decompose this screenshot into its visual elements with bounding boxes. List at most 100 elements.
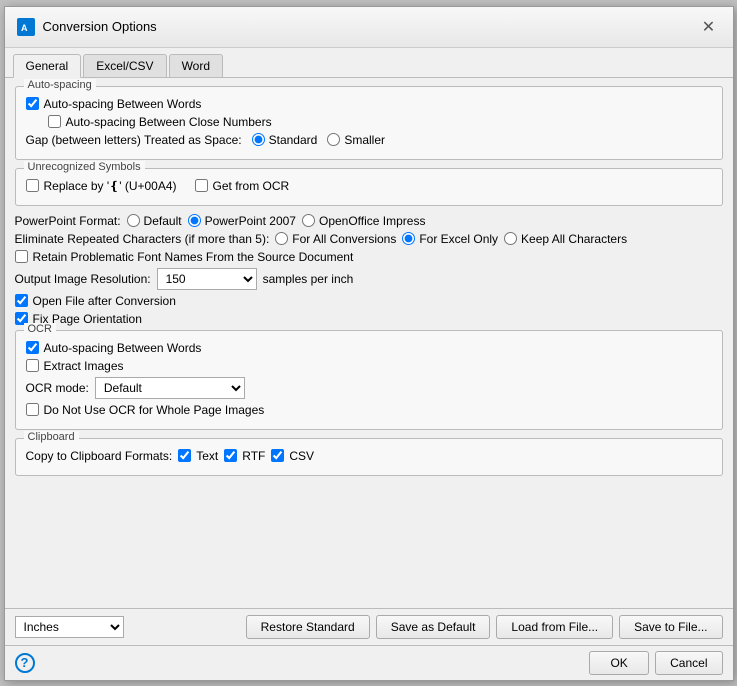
clipboard-csv-checkbox[interactable] <box>271 449 284 462</box>
pp-openoffice-text: OpenOffice Impress <box>319 214 426 228</box>
powerpoint-format-row: PowerPoint Format: Default PowerPoint 20… <box>15 214 723 228</box>
gap-smaller-text: Smaller <box>344 133 385 147</box>
output-image-resolution-row: Output Image Resolution: 72 96 150 200 3… <box>15 268 723 290</box>
action-buttons: Restore Standard Save as Default Load fr… <box>246 615 723 639</box>
tabs-bar: General Excel/CSV Word <box>5 48 733 78</box>
ocr-extract-images-label[interactable]: Extract Images <box>26 359 124 373</box>
ok-button[interactable]: OK <box>589 651 649 675</box>
clipboard-copy-label: Copy to Clipboard Formats: <box>26 449 173 463</box>
unrecognized-symbols-group: Unrecognized Symbols Replace by '❴' (U+0… <box>15 168 723 206</box>
svg-text:A: A <box>21 23 28 33</box>
open-file-checkbox[interactable] <box>15 294 28 307</box>
eliminate-repeated-label: Eliminate Repeated Characters (if more t… <box>15 232 270 246</box>
ocr-extract-images-checkbox[interactable] <box>26 359 39 372</box>
retain-font-names-text: Retain Problematic Font Names From the S… <box>33 250 354 264</box>
save-to-file-button[interactable]: Save to File... <box>619 615 722 639</box>
get-from-ocr-checkbox-label[interactable]: Get from OCR <box>195 179 290 193</box>
clipboard-text-text: Text <box>196 449 218 463</box>
ocr-mode-select[interactable]: Default Auto Manual <box>95 377 245 399</box>
ocr-auto-spacing-text: Auto-spacing Between Words <box>44 341 202 355</box>
gap-standard-radio[interactable] <box>252 133 265 146</box>
bottom-bar: Inches Centimeters Millimeters Restore S… <box>5 608 733 645</box>
clipboard-rtf-text: RTF <box>242 449 265 463</box>
clipboard-group-label: Clipboard <box>24 431 79 443</box>
gap-standard-label[interactable]: Standard <box>252 133 318 147</box>
clipboard-csv-label[interactable]: CSV <box>271 449 314 463</box>
elim-excel-radio[interactable] <box>402 232 415 245</box>
do-not-use-ocr-label[interactable]: Do Not Use OCR for Whole Page Images <box>26 403 265 417</box>
tab-word[interactable]: Word <box>169 54 223 77</box>
clipboard-text-label[interactable]: Text <box>178 449 218 463</box>
units-section: Inches Centimeters Millimeters <box>15 616 124 638</box>
pp-2007-radio[interactable] <box>188 214 201 227</box>
units-select[interactable]: Inches Centimeters Millimeters <box>15 616 124 638</box>
ocr-auto-spacing-checkbox[interactable] <box>26 341 39 354</box>
elim-keep-radio[interactable] <box>504 232 517 245</box>
help-button[interactable]: ? <box>15 653 35 673</box>
dialog-title: Conversion Options <box>43 19 157 34</box>
auto-spacing-words-checkbox-label[interactable]: Auto-spacing Between Words <box>26 97 202 111</box>
auto-spacing-numbers-checkbox[interactable] <box>48 115 61 128</box>
save-as-default-button[interactable]: Save as Default <box>376 615 491 639</box>
output-image-resolution-suffix: samples per inch <box>263 272 354 286</box>
tab-excel-csv[interactable]: Excel/CSV <box>83 54 166 77</box>
ocr-mode-label: OCR mode: <box>26 381 89 395</box>
pp-openoffice-label[interactable]: OpenOffice Impress <box>302 214 426 228</box>
content-area: Auto-spacing Auto-spacing Between Words … <box>5 78 733 608</box>
auto-spacing-numbers-text: Auto-spacing Between Close Numbers <box>66 115 272 129</box>
ocr-group-label: OCR <box>24 323 56 335</box>
elim-all-text: For All Conversions <box>292 232 396 246</box>
auto-spacing-words-checkbox[interactable] <box>26 97 39 110</box>
output-image-resolution-label: Output Image Resolution: <box>15 272 151 286</box>
gap-standard-text: Standard <box>269 133 318 147</box>
conversion-options-dialog: A Conversion Options ✕ General Excel/CSV… <box>4 6 734 681</box>
title-bar-left: A Conversion Options <box>17 18 157 36</box>
cancel-button[interactable]: Cancel <box>655 651 722 675</box>
close-button[interactable]: ✕ <box>697 15 721 39</box>
eliminate-repeated-row: Eliminate Repeated Characters (if more t… <box>15 232 723 246</box>
ocr-extract-images-text: Extract Images <box>44 359 124 373</box>
get-from-ocr-text: Get from OCR <box>213 179 290 193</box>
do-not-use-ocr-checkbox[interactable] <box>26 403 39 416</box>
clipboard-rtf-label[interactable]: RTF <box>224 449 265 463</box>
replace-by-checkbox-label[interactable]: Replace by '❴' (U+00A4) <box>26 179 177 193</box>
ocr-auto-spacing-label[interactable]: Auto-spacing Between Words <box>26 341 202 355</box>
gap-label: Gap (between letters) Treated as Space: <box>26 133 242 147</box>
pp-openoffice-radio[interactable] <box>302 214 315 227</box>
open-file-text: Open File after Conversion <box>33 294 176 308</box>
elim-excel-label[interactable]: For Excel Only <box>402 232 498 246</box>
gap-smaller-label[interactable]: Smaller <box>327 133 385 147</box>
auto-spacing-numbers-checkbox-label[interactable]: Auto-spacing Between Close Numbers <box>48 115 272 129</box>
powerpoint-format-label: PowerPoint Format: <box>15 214 121 228</box>
clipboard-rtf-checkbox[interactable] <box>224 449 237 462</box>
ocr-group: OCR Auto-spacing Between Words Extract I… <box>15 330 723 430</box>
clipboard-text-checkbox[interactable] <box>178 449 191 462</box>
replace-by-checkbox[interactable] <box>26 179 39 192</box>
elim-all-label[interactable]: For All Conversions <box>275 232 396 246</box>
gap-smaller-radio[interactable] <box>327 133 340 146</box>
retain-font-names-checkbox[interactable] <box>15 250 28 263</box>
pp-2007-label[interactable]: PowerPoint 2007 <box>188 214 296 228</box>
open-file-checkbox-label[interactable]: Open File after Conversion <box>15 294 176 308</box>
auto-spacing-label: Auto-spacing <box>24 79 96 91</box>
clipboard-csv-text: CSV <box>289 449 314 463</box>
load-from-file-button[interactable]: Load from File... <box>496 615 613 639</box>
tab-general[interactable]: General <box>13 54 82 78</box>
replace-by-text: Replace by '❴' (U+00A4) <box>44 179 177 193</box>
fix-page-orientation-row: Fix Page Orientation <box>15 312 723 326</box>
get-from-ocr-checkbox[interactable] <box>195 179 208 192</box>
auto-spacing-group: Auto-spacing Auto-spacing Between Words … <box>15 86 723 160</box>
output-image-resolution-select[interactable]: 72 96 150 200 300 <box>157 268 257 290</box>
retain-font-names-label[interactable]: Retain Problematic Font Names From the S… <box>15 250 354 264</box>
restore-standard-button[interactable]: Restore Standard <box>246 615 370 639</box>
retain-font-names-row: Retain Problematic Font Names From the S… <box>15 250 723 264</box>
pp-default-label[interactable]: Default <box>127 214 182 228</box>
footer-bar: ? OK Cancel <box>5 645 733 680</box>
unrecognized-symbols-label: Unrecognized Symbols <box>24 161 145 173</box>
elim-all-radio[interactable] <box>275 232 288 245</box>
do-not-use-ocr-text: Do Not Use OCR for Whole Page Images <box>44 403 265 417</box>
open-file-row: Open File after Conversion <box>15 294 723 308</box>
elim-keep-label[interactable]: Keep All Characters <box>504 232 627 246</box>
elim-keep-text: Keep All Characters <box>521 232 627 246</box>
pp-default-radio[interactable] <box>127 214 140 227</box>
